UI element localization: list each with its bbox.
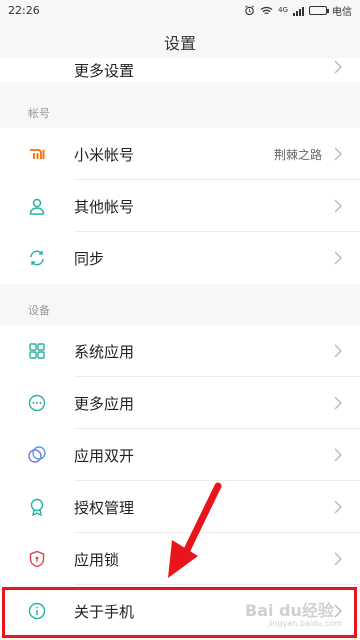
section-title-device: 设备 [28,304,50,317]
settings-row-permissions[interactable]: 授权管理 [0,481,360,533]
row-label: 更多设置 [74,62,135,80]
carrier-name: 电信 [332,7,352,18]
row-label: 同步 [74,249,105,268]
chevron-right-icon [334,344,342,358]
settings-row-system-apps[interactable]: 系统应用 [0,325,360,377]
settings-row-sync[interactable]: 同步 [0,232,360,284]
status-time: 22:26 [8,4,40,17]
signal-icon [293,6,304,16]
section-title-account: 帐号 [28,107,50,120]
chevron-right-icon [334,147,342,161]
row-label: 应用锁 [74,550,120,569]
row-label: 小米帐号 [74,145,135,164]
settings-card-account: 小米帐号 荆棘之路 其他帐号 同步 [0,128,360,284]
row-label: 系统应用 [74,342,135,361]
shield-lock-icon [29,550,45,568]
row-label: 应用双开 [74,446,135,465]
settings-row-more-settings[interactable]: 更多设置 [0,58,360,82]
grid-icon [29,343,45,359]
chevron-right-icon [334,552,342,566]
person-icon [29,198,45,215]
mi-account-name: 荆棘之路 [273,147,322,162]
wifi-icon [260,6,273,14]
chevron-right-icon [334,60,342,74]
badge-icon [30,498,44,516]
settings-row-more-apps[interactable]: 更多应用 [0,377,360,429]
row-label: 更多应用 [74,394,135,413]
watermark: Bai du经验 [245,601,334,620]
chevron-right-icon [334,199,342,213]
sync-icon [30,250,44,266]
settings-card-top: 更多设置 [0,58,360,82]
chevron-right-icon [334,500,342,514]
row-label: 授权管理 [74,498,135,517]
chevron-right-icon [334,448,342,462]
alarm-icon [245,5,255,16]
dual-apps-icon [28,446,46,463]
chevron-right-icon [334,396,342,410]
settings-row-other-accounts[interactable]: 其他帐号 [0,180,360,232]
status-icons: 4G 电信 [244,3,352,18]
mi-logo-icon [30,149,45,159]
more-circle-icon [28,394,46,412]
status-bar: 22:26 4G 电信 [0,0,360,22]
settings-row-dual-apps[interactable]: 应用双开 [0,429,360,481]
row-label: 其他帐号 [74,197,135,216]
settings-row-mi-account[interactable]: 小米帐号 荆棘之路 [0,128,360,180]
battery-icon [309,6,329,15]
network-type: 4G [278,6,288,14]
chevron-right-icon [334,251,342,265]
settings-row-app-lock[interactable]: 应用锁 [0,533,360,585]
watermark-url: jingyan.baidu.com [268,619,342,628]
